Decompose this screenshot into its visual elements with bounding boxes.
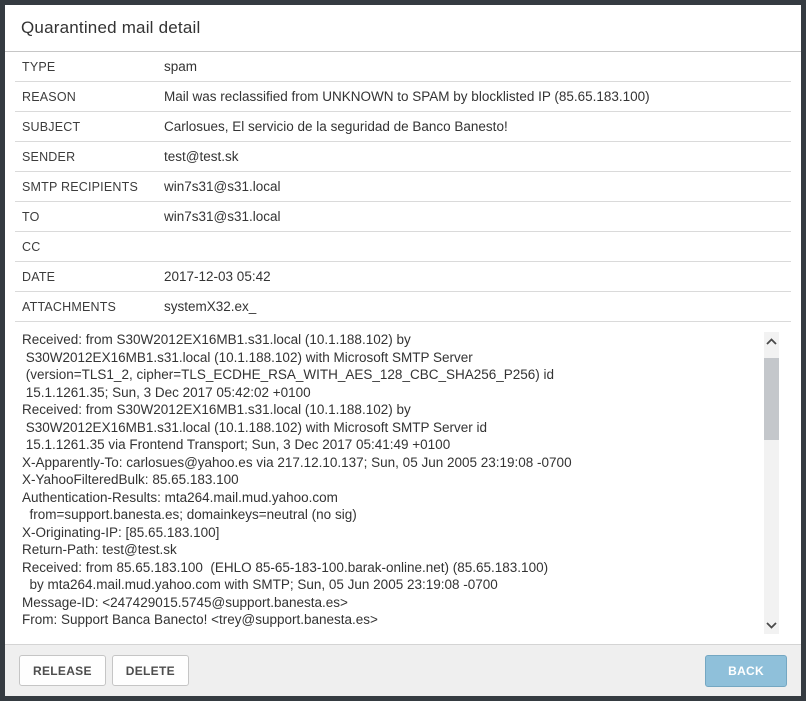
chevron-down-icon: [766, 622, 777, 629]
field-value-smtp-recipients: win7s31@s31.local: [164, 179, 281, 194]
scrollbar-track[interactable]: [764, 350, 779, 616]
field-value-reason: Mail was reclassified from UNKNOWN to SP…: [164, 89, 650, 104]
scrollbar-up-button[interactable]: [764, 332, 779, 350]
field-label-to: TO: [22, 210, 164, 224]
field-row-cc: CC: [15, 232, 791, 262]
chevron-up-icon: [766, 338, 777, 345]
field-row-smtp-recipients: SMTP RECIPIENTS win7s31@s31.local: [15, 172, 791, 202]
mail-headers-scroll-area[interactable]: Received: from S30W2012EX16MB1.s31.local…: [5, 322, 801, 644]
field-row-to: TO win7s31@s31.local: [15, 202, 791, 232]
mail-detail-fields: TYPE spam REASON Mail was reclassified f…: [5, 52, 801, 322]
delete-button[interactable]: DELETE: [112, 655, 189, 686]
back-button[interactable]: BACK: [705, 655, 787, 687]
field-row-attachments: ATTACHMENTS systemX32.ex_: [15, 292, 791, 322]
page-title: Quarantined mail detail: [21, 18, 786, 38]
field-label-attachments: ATTACHMENTS: [22, 300, 164, 314]
field-row-date: DATE 2017-12-03 05:42: [15, 262, 791, 292]
field-label-cc: CC: [22, 240, 164, 254]
field-row-sender: SENDER test@test.sk: [15, 142, 791, 172]
field-label-subject: SUBJECT: [22, 120, 164, 134]
field-value-subject: Carlosues, El servicio de la seguridad d…: [164, 119, 508, 134]
field-label-type: TYPE: [22, 60, 164, 74]
field-value-sender: test@test.sk: [164, 149, 238, 164]
field-value-date: 2017-12-03 05:42: [164, 269, 271, 284]
field-value-to: win7s31@s31.local: [164, 209, 281, 224]
field-row-subject: SUBJECT Carlosues, El servicio de la seg…: [15, 112, 791, 142]
headers-scrollbar[interactable]: [764, 332, 779, 634]
field-value-type: spam: [164, 59, 197, 74]
field-value-attachments: systemX32.ex_: [164, 299, 256, 314]
dialog-title-bar: Quarantined mail detail: [5, 5, 801, 52]
mail-headers-text: Received: from S30W2012EX16MB1.s31.local…: [22, 331, 755, 640]
field-label-sender: SENDER: [22, 150, 164, 164]
dialog-footer: RELEASE DELETE BACK: [5, 644, 801, 696]
quarantined-mail-detail-dialog: Quarantined mail detail TYPE spam REASON…: [0, 0, 806, 701]
release-button[interactable]: RELEASE: [19, 655, 106, 686]
field-row-type: TYPE spam: [15, 52, 791, 82]
field-row-reason: REASON Mail was reclassified from UNKNOW…: [15, 82, 791, 112]
scrollbar-down-button[interactable]: [764, 616, 779, 634]
field-label-reason: REASON: [22, 90, 164, 104]
field-label-smtp-recipients: SMTP RECIPIENTS: [22, 180, 164, 194]
field-label-date: DATE: [22, 270, 164, 284]
scrollbar-thumb[interactable]: [764, 358, 779, 440]
